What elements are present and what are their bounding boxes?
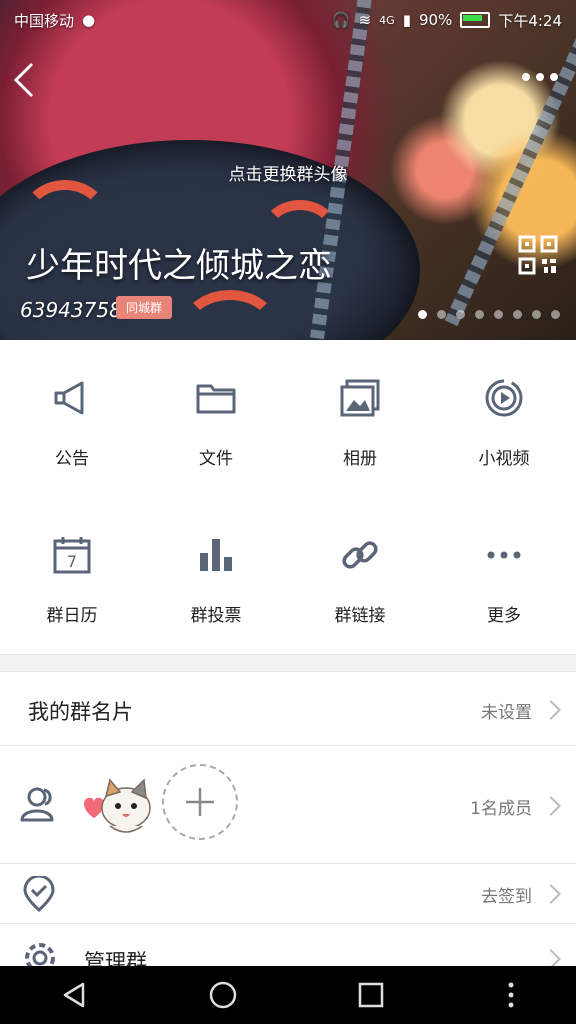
member-avatar[interactable] <box>80 772 158 838</box>
folder-icon <box>196 384 236 414</box>
link-icon <box>342 541 378 569</box>
group-link-button[interactable]: 群链接 <box>288 497 432 654</box>
check-in-value: 去签到 <box>481 887 532 907</box>
my-group-card-row[interactable]: 我的群名片 未设置 <box>0 672 576 746</box>
group-calendar-label: 群日历 <box>46 606 98 626</box>
group-calendar-button[interactable]: 7 群日历 <box>0 497 144 654</box>
plus-icon <box>186 788 214 816</box>
announcement-button[interactable]: 公告 <box>0 340 144 497</box>
members-icon <box>20 787 54 822</box>
signal-icon: ▮ <box>402 11 411 29</box>
my-group-card-value: 未设置 <box>481 703 532 723</box>
more-features-label: 更多 <box>487 606 521 626</box>
carousel-dot <box>513 310 522 319</box>
chevron-left-icon <box>13 62 34 98</box>
headset-icon: 🎧 <box>331 11 351 29</box>
short-video-label: 小视频 <box>478 449 530 469</box>
network-label: 4G <box>379 13 395 27</box>
group-vote-button[interactable]: 群投票 <box>144 497 288 654</box>
member-count: 1名成员 <box>470 799 532 819</box>
short-video-button[interactable]: 小视频 <box>432 340 576 497</box>
carousel-dot <box>475 310 484 319</box>
section-divider <box>0 654 576 672</box>
chevron-right-icon <box>541 796 561 816</box>
carousel-indicator <box>418 310 560 319</box>
bar-chart-icon <box>200 539 232 571</box>
album-label: 相册 <box>343 449 377 469</box>
nav-back-icon[interactable] <box>59 980 89 1010</box>
system-navigation-bar <box>0 966 576 1024</box>
qr-code-icon <box>518 235 558 275</box>
status-bar: 中国移动 ● 🎧 ≋ 4G ▮ 90% 下午4:24 <box>0 0 576 40</box>
check-in-row[interactable]: 去签到 <box>0 864 576 924</box>
back-button[interactable] <box>10 60 38 107</box>
more-icon <box>487 551 521 559</box>
wifi-icon: ≋ <box>358 11 372 29</box>
carousel-dot <box>551 310 560 319</box>
group-link-label: 群链接 <box>334 606 386 626</box>
calendar-day-text: 7 <box>67 552 77 571</box>
qr-code-button[interactable] <box>518 235 558 275</box>
nav-recents-icon[interactable] <box>356 980 386 1010</box>
video-icon <box>485 379 523 417</box>
clock: 下午4:24 <box>498 11 562 30</box>
more-options-button[interactable] <box>520 64 560 89</box>
notification-icon: ● <box>82 11 96 29</box>
group-name: 少年时代之倾城之恋 <box>26 246 332 286</box>
chevron-right-icon <box>541 884 561 904</box>
my-group-card-label: 我的群名片 <box>28 700 133 724</box>
carousel-dot <box>418 310 427 319</box>
carrier-label: 中国移动 <box>14 11 75 30</box>
battery-label: 90% <box>418 11 453 29</box>
album-button[interactable]: 相册 <box>288 340 432 497</box>
files-label: 文件 <box>199 449 233 469</box>
group-header[interactable]: 中国移动 ● 🎧 ≋ 4G ▮ 90% 下午4:24 点击更换群头像 少年时代之… <box>0 0 576 340</box>
photo-album-icon <box>340 379 380 417</box>
chevron-right-icon <box>541 700 561 720</box>
announcement-label: 公告 <box>55 449 89 469</box>
files-button[interactable]: 文件 <box>144 340 288 497</box>
nav-home-icon[interactable] <box>208 980 238 1010</box>
battery-icon <box>460 12 491 28</box>
city-group-badge: 同城群 <box>116 296 173 319</box>
feature-grid: 公告 文件 相册 小视频 7 群日历 群投票 群链接 更多 <box>0 340 576 654</box>
change-avatar-label[interactable]: 点击更换群头像 <box>0 160 576 185</box>
nav-menu-icon[interactable] <box>505 980 517 1010</box>
group-vote-label: 群投票 <box>190 606 242 626</box>
carousel-dot <box>494 310 503 319</box>
location-check-icon <box>23 876 55 912</box>
more-dots-icon <box>522 73 558 81</box>
calendar-icon: 7 <box>53 537 91 574</box>
megaphone-icon <box>54 381 84 415</box>
add-member-button[interactable] <box>162 764 238 840</box>
more-features-button[interactable]: 更多 <box>432 497 576 654</box>
carousel-dot <box>437 310 446 319</box>
carousel-dot <box>532 310 541 319</box>
carousel-dot <box>456 310 465 319</box>
